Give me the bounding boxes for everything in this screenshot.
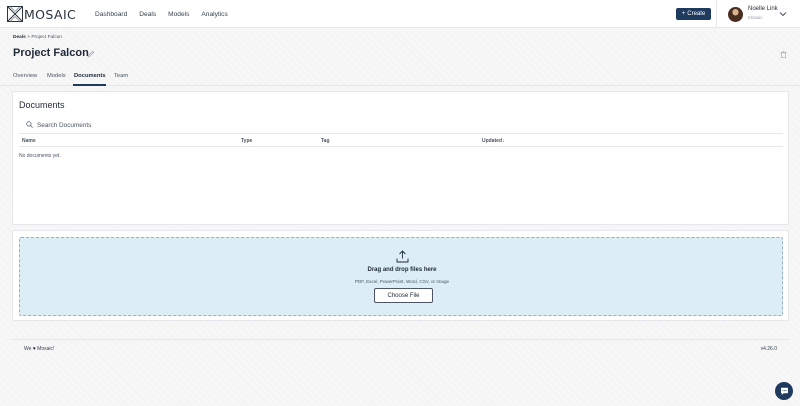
- trash-icon[interactable]: [780, 51, 787, 58]
- choose-file-button[interactable]: Choose File: [374, 288, 433, 303]
- top-navbar: MOSAIC Dashboard Deals Models Analytics …: [0, 0, 800, 28]
- create-button[interactable]: + Create: [676, 8, 711, 20]
- nav-dashboard[interactable]: Dashboard: [95, 11, 127, 18]
- page-title: Project Falcon: [13, 47, 89, 59]
- create-button-label: Create: [687, 11, 706, 17]
- mosaic-logo-icon: [7, 6, 23, 22]
- breadcrumb-current: Project Falcon: [31, 35, 62, 40]
- footer-love-prefix: We: [24, 346, 32, 352]
- tab-team[interactable]: Team: [114, 73, 128, 79]
- chat-icon: [780, 387, 788, 395]
- heart-icon: ♥: [32, 346, 36, 352]
- breadcrumb: Deals > Project Falcon: [13, 35, 62, 40]
- column-header-updated-label: Updated: [482, 138, 502, 144]
- footer: We ♥ Mosaic! v4.26.0: [12, 339, 789, 352]
- user-name[interactable]: Noelle Link: [748, 6, 778, 12]
- user-avatar[interactable]: [728, 7, 743, 22]
- tab-documents[interactable]: Documents: [74, 73, 106, 79]
- deal-tabs: Overview Models Documents Team: [0, 69, 800, 86]
- nav-analytics[interactable]: Analytics: [201, 11, 227, 18]
- plus-icon: +: [681, 11, 686, 17]
- active-tab-indicator: [73, 84, 106, 86]
- navbar-divider: [716, 0, 717, 28]
- column-header-type[interactable]: Type: [241, 138, 252, 144]
- upload-card: Drag and drop files here PDF, Excel, Pow…: [12, 230, 789, 321]
- search-input[interactable]: [37, 119, 237, 131]
- tab-overview[interactable]: Overview: [13, 73, 37, 79]
- footer-love-suffix: Mosaic!: [37, 346, 55, 352]
- chevron-down-icon[interactable]: [779, 11, 787, 17]
- breadcrumb-separator: >: [27, 35, 30, 40]
- documents-search: [19, 118, 783, 134]
- chat-launcher-button[interactable]: [775, 382, 793, 400]
- app-version: v4.26.0: [760, 346, 777, 352]
- user-org: Mosaic: [748, 15, 763, 20]
- tab-models[interactable]: Models: [47, 73, 66, 79]
- file-dropzone[interactable]: Drag and drop files here PDF, Excel, Pow…: [19, 237, 783, 316]
- documents-title: Documents: [19, 100, 65, 110]
- column-header-updated[interactable]: Updated↓: [482, 138, 505, 144]
- footer-love-text: We ♥ Mosaic!: [24, 346, 54, 352]
- brand-name: MOSAIC: [24, 6, 77, 22]
- pencil-icon[interactable]: [87, 50, 95, 58]
- brand-logo[interactable]: MOSAIC: [7, 6, 76, 22]
- nav-deals[interactable]: Deals: [139, 11, 156, 18]
- documents-table-header: Name Type Tag Updated↓: [19, 135, 783, 147]
- column-header-tag[interactable]: Tag: [321, 138, 330, 144]
- sort-arrow-icon: ↓: [502, 138, 505, 144]
- search-icon: [26, 121, 33, 128]
- main-nav: Dashboard Deals Models Analytics: [95, 0, 240, 28]
- documents-card: Documents Name Type Tag Updated↓ No docu…: [12, 91, 789, 225]
- dropzone-subtitle: PDF, Excel, PowerPoint, Word, CSV, or Im…: [354, 279, 450, 284]
- nav-models[interactable]: Models: [168, 11, 189, 18]
- dropzone-title: Drag and drop files here: [367, 267, 437, 273]
- breadcrumb-deals-link[interactable]: Deals: [13, 35, 26, 40]
- upload-icon: [396, 250, 409, 263]
- empty-state-message: No documents yet.: [19, 153, 61, 159]
- column-header-name[interactable]: Name: [22, 138, 36, 144]
